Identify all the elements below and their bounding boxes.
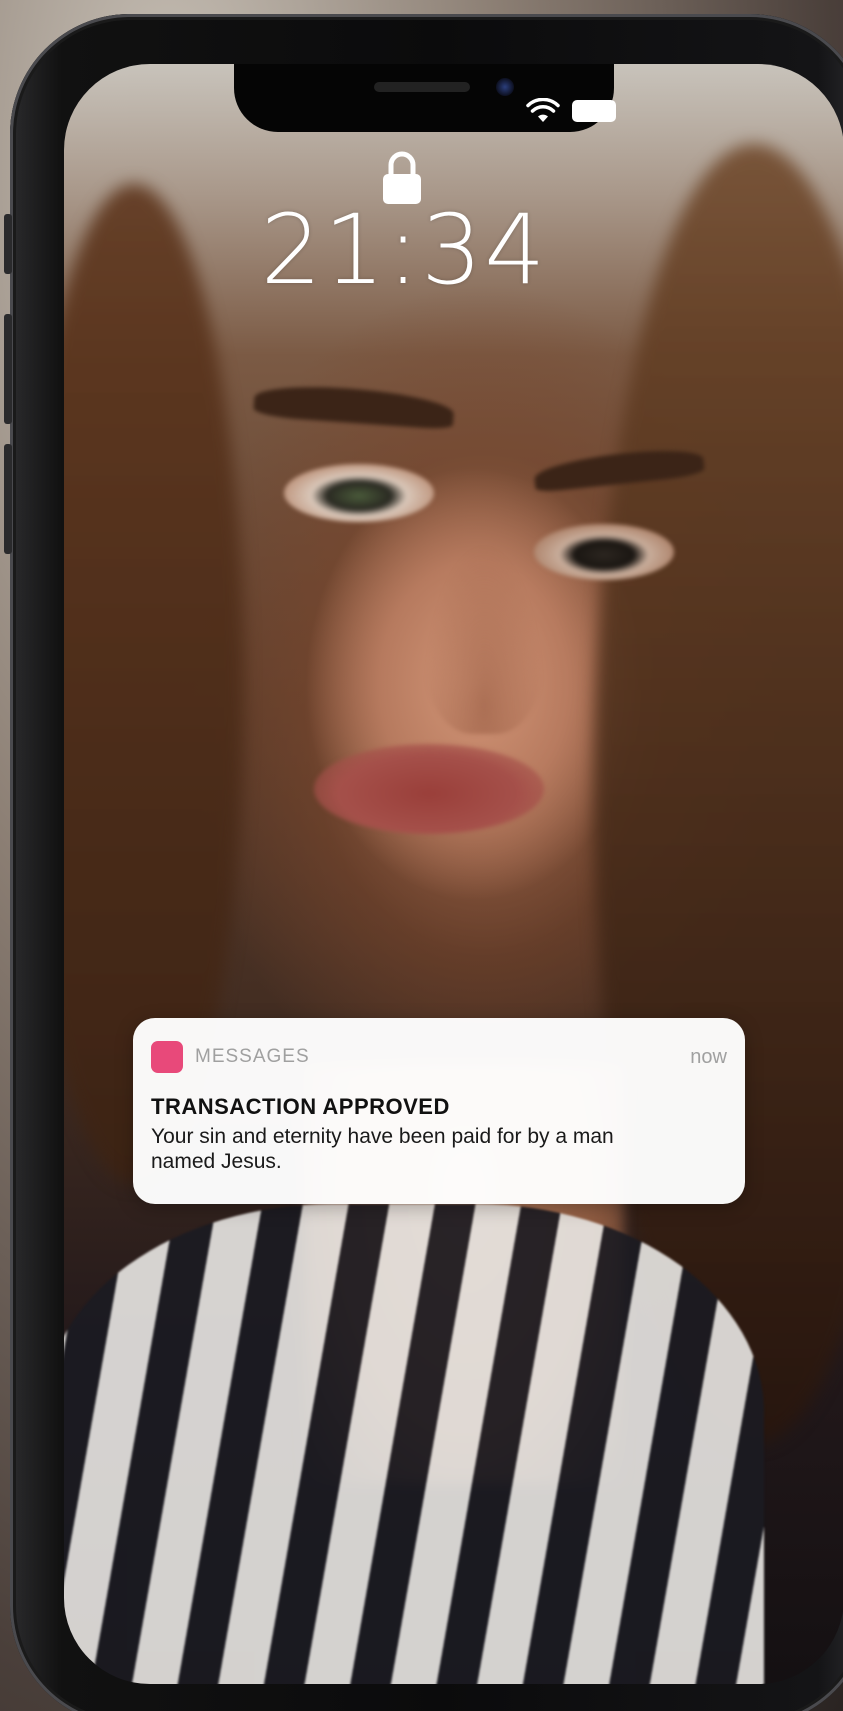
messages-app-icon [151, 1041, 183, 1073]
wallpaper-left-eye [284, 464, 434, 522]
battery-icon [572, 100, 616, 122]
scene-background: 21:34 MESSAGES now TRANSACTION APPROVED … [0, 0, 843, 1711]
notification-body: Your sin and eternity have been paid for… [151, 1125, 614, 1173]
lock-screen-clock: 21:34 [260, 194, 548, 306]
earpiece-speaker [374, 82, 470, 92]
notification-time: now [690, 1046, 727, 1068]
phone-frame: 21:34 MESSAGES now TRANSACTION APPROVED … [4, 14, 843, 1711]
notification-app-name: MESSAGES [195, 1046, 310, 1067]
wallpaper-nose [424, 544, 544, 734]
wallpaper-shirt [64, 1204, 764, 1684]
wifi-icon [526, 98, 560, 122]
wallpaper-left-brow [253, 382, 455, 430]
lock-screen[interactable]: 21:34 MESSAGES now TRANSACTION APPROVED … [64, 64, 843, 1684]
notification-title: TRANSACTION APPROVED [151, 1094, 450, 1119]
front-camera-icon [496, 78, 514, 96]
phone-side-button-volume-up [4, 314, 12, 424]
wallpaper-right-eye [534, 524, 674, 580]
phone-side-button-volume-down [4, 444, 12, 554]
notification-header: MESSAGES now [151, 1040, 727, 1074]
wallpaper-lips [314, 744, 544, 834]
message-notification[interactable]: MESSAGES now TRANSACTION APPROVED Your s… [133, 1018, 745, 1204]
phone-side-button-silent [4, 214, 12, 274]
